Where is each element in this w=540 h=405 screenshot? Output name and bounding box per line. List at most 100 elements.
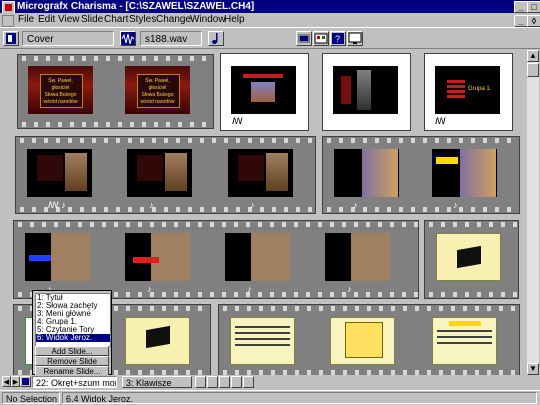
music-note-icon: ♪ (353, 200, 358, 210)
slide-list[interactable]: 1: Tytuł 2: Słowa zachęty 3: Meni główne… (35, 293, 111, 347)
sound-mark-icon: ꟿ (232, 116, 243, 126)
screen-show-icon (348, 32, 362, 44)
text-line (437, 330, 492, 332)
slide-thumbnail[interactable] (127, 149, 192, 197)
window-title: Micrografx Charisma - [C:\SZAWEL\SZAWEL.… (17, 1, 255, 12)
slide-thumbnail[interactable] (432, 317, 497, 365)
slide-image (137, 155, 163, 181)
menu-change[interactable]: Change (156, 13, 191, 27)
outline-view-icon[interactable] (207, 376, 218, 388)
screen-show-button[interactable] (347, 31, 363, 46)
slide-tab-bar: ◀ ▶ 22: Okręt+szum morza 3: Klawisze (0, 375, 540, 389)
notes-view-icon[interactable] (231, 376, 242, 388)
slide-thumbnail[interactable]: Grupa 1. (435, 66, 500, 114)
vertical-scrollbar[interactable]: ▲ ▼ (527, 50, 539, 375)
slide-title-text: Św. Pawel, głosiciel Słowa Bożego wśród … (40, 78, 81, 106)
menu-edit[interactable]: Edit (38, 13, 55, 27)
menu-slide[interactable]: Slide (81, 13, 103, 27)
minimize-button[interactable]: _ (514, 1, 528, 13)
slide-image (357, 70, 371, 110)
scroll-up-icon[interactable]: ▲ (527, 50, 539, 62)
slide-image (460, 149, 496, 197)
add-slide-button[interactable]: Add Slide... (35, 346, 109, 356)
slide-thumbnail[interactable] (325, 233, 390, 281)
slide-thumbnail[interactable]: Św. Pawel, głosiciel Słowa Bożego wśród … (28, 66, 93, 114)
menu-window[interactable]: Window (190, 13, 226, 27)
tab-slide-name[interactable]: 22: Okręt+szum morza (32, 376, 117, 388)
slide-properties-button[interactable] (3, 31, 19, 46)
slide-image (65, 153, 87, 191)
slide-list-popup: 1: Tytuł 2: Słowa zachęty 3: Meni główne… (32, 290, 112, 376)
slide-type-icon[interactable] (20, 376, 31, 387)
slide-list-item-selected[interactable]: 6: Widok Jeroz. (36, 334, 110, 342)
tab-keys[interactable]: 3: Klawisze (122, 376, 192, 388)
text-line (437, 336, 492, 338)
text-line (235, 326, 290, 328)
slide-thumbnail[interactable] (230, 317, 295, 365)
remove-slide-button[interactable]: Remove Slide (35, 356, 109, 366)
slide-thumbnail[interactable] (228, 149, 293, 197)
status-slide: 6.4 Widok Jeroz. (62, 392, 537, 404)
slide-thumbnail[interactable] (125, 317, 190, 365)
help-button[interactable]: ? (330, 31, 346, 46)
menu-styles[interactable]: Styles (129, 13, 156, 27)
slide-name-field[interactable]: Cover (22, 31, 114, 46)
menu-file[interactable]: File (18, 13, 34, 27)
slide-thumbnail[interactable] (436, 233, 501, 281)
sound-button[interactable] (120, 31, 136, 46)
slide-title-line: wśród narodów (43, 99, 78, 105)
transition-icon (298, 34, 310, 43)
slide-thumbnail[interactable]: Św. Pawel, głosiciel Słowa Bożego wśród … (125, 66, 190, 114)
prev-slide-icon[interactable]: ▶ (11, 376, 20, 387)
menu-chart[interactable]: Chart (104, 13, 128, 27)
menu-help[interactable]: Help (224, 13, 245, 27)
slide-title-line: Słowa Bożego (141, 92, 174, 98)
sorter-view-icon[interactable] (219, 376, 230, 388)
build-button[interactable] (313, 31, 329, 46)
slide-thumbnail[interactable] (334, 149, 399, 197)
slide-icon (6, 33, 16, 44)
slide-image (457, 245, 481, 269)
menu-view[interactable]: View (58, 13, 80, 27)
music-note-icon: ♪ (147, 284, 152, 294)
music-note-icon: ♪ (250, 200, 255, 210)
music-note-icon: ♪ (247, 284, 252, 294)
slide-view-icon[interactable] (195, 376, 206, 388)
slide-image (362, 149, 398, 197)
waveform-icon (121, 33, 135, 45)
transition-button[interactable] (296, 31, 312, 46)
status-selection: No Selection (2, 392, 60, 404)
svg-text:?: ? (335, 34, 340, 44)
scroll-down-icon[interactable]: ▼ (527, 363, 539, 375)
slide-column (341, 76, 351, 104)
text-line (235, 344, 290, 346)
slide-thumbnail[interactable] (225, 233, 290, 281)
slide-thumbnail[interactable] (125, 233, 190, 281)
slide-thumbnail[interactable] (27, 149, 92, 197)
music-note-icon: ♪ (347, 284, 352, 294)
sound-mark-icon: ꟿ ♪ (48, 200, 66, 210)
music-button[interactable] (208, 31, 224, 46)
doc-minimize-button[interactable]: _ (514, 15, 528, 27)
document-icon[interactable] (2, 15, 14, 27)
slide-thumbnail[interactable] (25, 233, 90, 281)
slide-thumbnail[interactable] (333, 66, 398, 114)
slide-title-line: wśród narodów (140, 99, 175, 105)
sound-mark-icon: ꟿ (435, 116, 446, 126)
build-icon (314, 33, 328, 44)
doc-restore-button[interactable]: ◊ (527, 15, 540, 27)
slide-thumbnail[interactable] (432, 149, 497, 197)
scroll-thumb[interactable] (527, 63, 539, 77)
slide-image (37, 155, 63, 181)
slide-image (251, 82, 275, 102)
slide-group-label: Grupa 1. (468, 86, 492, 92)
slide-image (165, 153, 187, 191)
title-bar: Micrografx Charisma - [C:\SZAWEL\SZAWEL.… (0, 0, 540, 14)
slide-thumbnail[interactable] (231, 66, 296, 114)
show-view-icon[interactable] (243, 376, 254, 388)
slide-thumbnail[interactable] (330, 317, 395, 365)
sound-file-field[interactable]: s188.wav (140, 31, 202, 46)
slide-title-text: Św. Pawel, głosiciel Słowa Bożego wśród … (137, 78, 178, 106)
maximize-button[interactable]: □ (527, 1, 540, 13)
first-slide-icon[interactable]: ◀ (2, 376, 11, 387)
